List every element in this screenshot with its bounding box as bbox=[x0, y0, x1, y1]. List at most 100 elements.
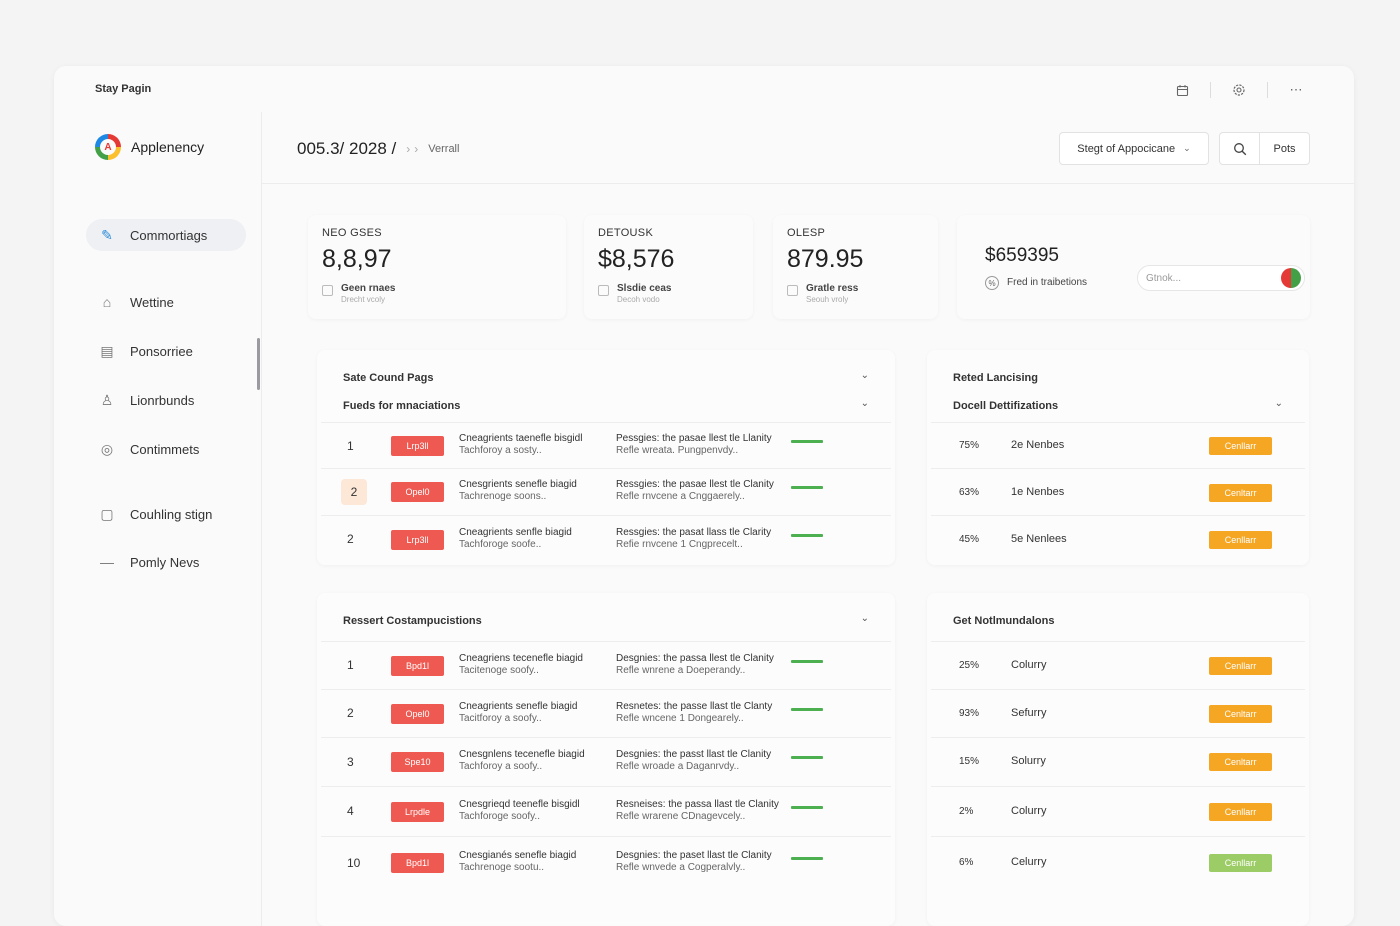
dash-icon: — bbox=[100, 554, 114, 570]
edit-icon: ✎ bbox=[101, 226, 113, 243]
row-number: 3 bbox=[347, 755, 354, 769]
status-tag[interactable]: Spe10 bbox=[391, 752, 444, 772]
stat-checkbox[interactable] bbox=[787, 285, 798, 296]
progress-bar bbox=[791, 806, 823, 809]
nav-item-pomly-nevs[interactable]: — Pomly Nevs bbox=[86, 546, 246, 578]
settings-icon[interactable] bbox=[1227, 80, 1251, 100]
table-row[interactable]: 2 Opel0 Cnesgrients senefle biagid Tachre… bbox=[321, 468, 891, 515]
home-icon: ⌂ bbox=[102, 294, 112, 310]
window-title: Stay Pagin bbox=[95, 83, 152, 95]
more-icon[interactable]: ⋯ bbox=[1284, 80, 1308, 100]
list-item[interactable]: 25% Colurry Cenllarr bbox=[931, 641, 1305, 689]
panel-title: Sate Cound Pags bbox=[343, 372, 434, 384]
status-tag[interactable]: Lrpdle bbox=[391, 802, 444, 822]
list-item[interactable]: 6% Celurry Cenllarr bbox=[931, 836, 1305, 888]
item-action-button[interactable]: Cenllarr bbox=[1209, 803, 1272, 821]
ports-button[interactable]: Pots bbox=[1260, 133, 1309, 164]
item-action-button[interactable]: Cenltarr bbox=[1209, 484, 1272, 502]
status-tag[interactable]: Lrp3ll bbox=[391, 530, 444, 550]
nav-item-contimmets[interactable]: ◎ Contimmets bbox=[86, 433, 246, 465]
status-tag[interactable]: Lrp3ll bbox=[391, 436, 444, 456]
stat-label: DETOUSK bbox=[598, 227, 654, 239]
top-bar: Stay Pagin ⋯ bbox=[54, 66, 1354, 112]
progress-bar bbox=[791, 486, 823, 489]
list-item[interactable]: 63% 1e Nenbes Cenltarr bbox=[931, 468, 1305, 515]
nav-item-wettine[interactable]: ⌂ Wettine bbox=[86, 286, 246, 318]
row-desc: Resneises: the passa llast tle Clanity Re… bbox=[616, 799, 779, 822]
nav-item-ponsorriee[interactable]: ▤ Ponsorriee bbox=[86, 335, 246, 367]
breadcrumb-date[interactable]: 005.3/ 2028 / bbox=[297, 139, 396, 159]
status-tag[interactable]: Bpd1l bbox=[391, 853, 444, 873]
nav-item-commortiags[interactable]: ✎ Commortiags bbox=[86, 219, 246, 251]
table-row[interactable]: 2 Lrp3ll Cneagrients senfle biagid Tachfo… bbox=[321, 515, 891, 562]
tag-icon: % bbox=[985, 276, 999, 290]
item-name: 2e Nenbes bbox=[1011, 439, 1065, 451]
list-item[interactable]: 93% Sefurry Cenltarr bbox=[931, 689, 1305, 737]
stat-value: 8,8,97 bbox=[322, 245, 392, 273]
row-number: 2 bbox=[347, 532, 354, 546]
nav-item-lionrbunds[interactable]: ♙ Lionrbunds bbox=[86, 384, 246, 416]
item-action-button[interactable]: Cenllarr bbox=[1209, 854, 1272, 872]
status-tag[interactable]: Opel0 bbox=[391, 482, 444, 502]
progress-bar bbox=[791, 660, 823, 663]
table-row[interactable]: 1 Bpd1l Cneagriens tecenefle biagid Tacit… bbox=[321, 641, 891, 689]
table-row[interactable]: 2 Opel0 Cneagrients senefle biagid Tacitf… bbox=[321, 689, 891, 737]
chevron-down-icon[interactable]: ⌄ bbox=[861, 613, 869, 624]
status-tag[interactable]: Opel0 bbox=[391, 704, 444, 724]
table-row[interactable]: 10 Bpd1l Cnesgianés senefle biagid Tachre… bbox=[321, 836, 891, 888]
panel-reted-lancising: Reted Lancising Docell Dettifizations ⌄ … bbox=[927, 350, 1309, 565]
panel-subtitle: Docell Dettifizations bbox=[953, 400, 1059, 412]
document-icon: ▤ bbox=[100, 342, 114, 359]
top-separator bbox=[1267, 82, 1268, 98]
stat-card-wide: $659395 % Fred in traibetions Gtnok... bbox=[957, 215, 1310, 319]
item-action-button[interactable]: Cenltarr bbox=[1209, 705, 1272, 723]
stat-value: 879.95 bbox=[787, 245, 864, 273]
top-separator bbox=[1210, 82, 1211, 98]
stat-value: $8,576 bbox=[598, 245, 675, 273]
table-row[interactable]: 4 Lrpdle Cnesgrieqd teenefle bisgidl Tach… bbox=[321, 786, 891, 836]
row-desc: Ressgies: the pasat llass tle Clarity Ref… bbox=[616, 527, 772, 550]
table-row[interactable]: 1 Lrp3ll Cneagrients taenefle bisgidl Tac… bbox=[321, 422, 891, 468]
row-text: Cneagriens tecenefle biagid Tacitenoge so… bbox=[459, 653, 583, 676]
chat-icon: ◎ bbox=[100, 440, 114, 457]
progress-bar bbox=[791, 534, 823, 537]
panel-sate-cound-pags: Sate Cound Pags ⌄ Fueds for mnaciations … bbox=[317, 350, 895, 565]
chevron-down-icon: ⌄ bbox=[1183, 143, 1191, 153]
row-text: Cneagrients taenefle bisgidl Tachforoy a … bbox=[459, 433, 583, 456]
list-item[interactable]: 45% 5e Nenlees Cenllarr bbox=[931, 515, 1305, 562]
panel-subtitle: Fueds for mnaciations bbox=[343, 400, 461, 412]
item-action-button[interactable]: Cenllarr bbox=[1209, 437, 1272, 455]
nav-item-couhling-stign[interactable]: ▢ Couhling stign bbox=[86, 498, 246, 530]
chevron-down-icon[interactable]: ⌄ bbox=[1275, 398, 1283, 409]
search-icon[interactable] bbox=[1220, 133, 1260, 164]
nav-label: Pomly Nevs bbox=[130, 554, 200, 570]
users-icon: ♙ bbox=[100, 391, 114, 408]
breadcrumb-current[interactable]: Verrall bbox=[428, 143, 459, 155]
item-action-button[interactable]: Cenltarr bbox=[1209, 753, 1272, 771]
item-percent: 6% bbox=[959, 857, 974, 868]
calendar-icon[interactable] bbox=[1170, 80, 1194, 100]
nav-label: Wettine bbox=[130, 294, 174, 310]
app-select[interactable]: Stegt of Appocicane ⌄ bbox=[1059, 132, 1209, 165]
table-row[interactable]: 3 Spe10 Cnesgnlens tecenefle biagid Tachf… bbox=[321, 737, 891, 786]
item-action-button[interactable]: Cenllarr bbox=[1209, 531, 1272, 549]
list-item[interactable]: 2% Colurry Cenllarr bbox=[931, 786, 1305, 836]
chevron-down-icon[interactable]: ⌄ bbox=[861, 370, 869, 381]
stat-checkbox[interactable] bbox=[598, 285, 609, 296]
item-action-button[interactable]: Cenllarr bbox=[1209, 657, 1272, 675]
mini-search-input[interactable]: Gtnok... bbox=[1137, 265, 1305, 291]
stat-checkbox[interactable] bbox=[322, 285, 333, 296]
window-icon: ▢ bbox=[100, 505, 114, 522]
chevron-down-icon[interactable]: ⌄ bbox=[861, 398, 869, 409]
select-value: Stegt of Appocicane bbox=[1077, 142, 1176, 155]
status-tag[interactable]: Bpd1l bbox=[391, 656, 444, 676]
row-desc: Desgnies: the passt llast tle Clanity Ref… bbox=[616, 749, 772, 772]
list-item[interactable]: 75% 2e Nenbes Cenllarr bbox=[931, 422, 1305, 468]
list-item[interactable]: 15% Solurry Cenltarr bbox=[931, 737, 1305, 786]
item-percent: 45% bbox=[959, 534, 980, 545]
sidebar-scrollbar[interactable] bbox=[257, 338, 260, 390]
stat-label: OLESP bbox=[787, 227, 826, 239]
brand[interactable]: A Applenency bbox=[95, 134, 204, 160]
nav-label: Couhling stign bbox=[130, 506, 213, 522]
toggle-icon[interactable] bbox=[1281, 268, 1301, 288]
